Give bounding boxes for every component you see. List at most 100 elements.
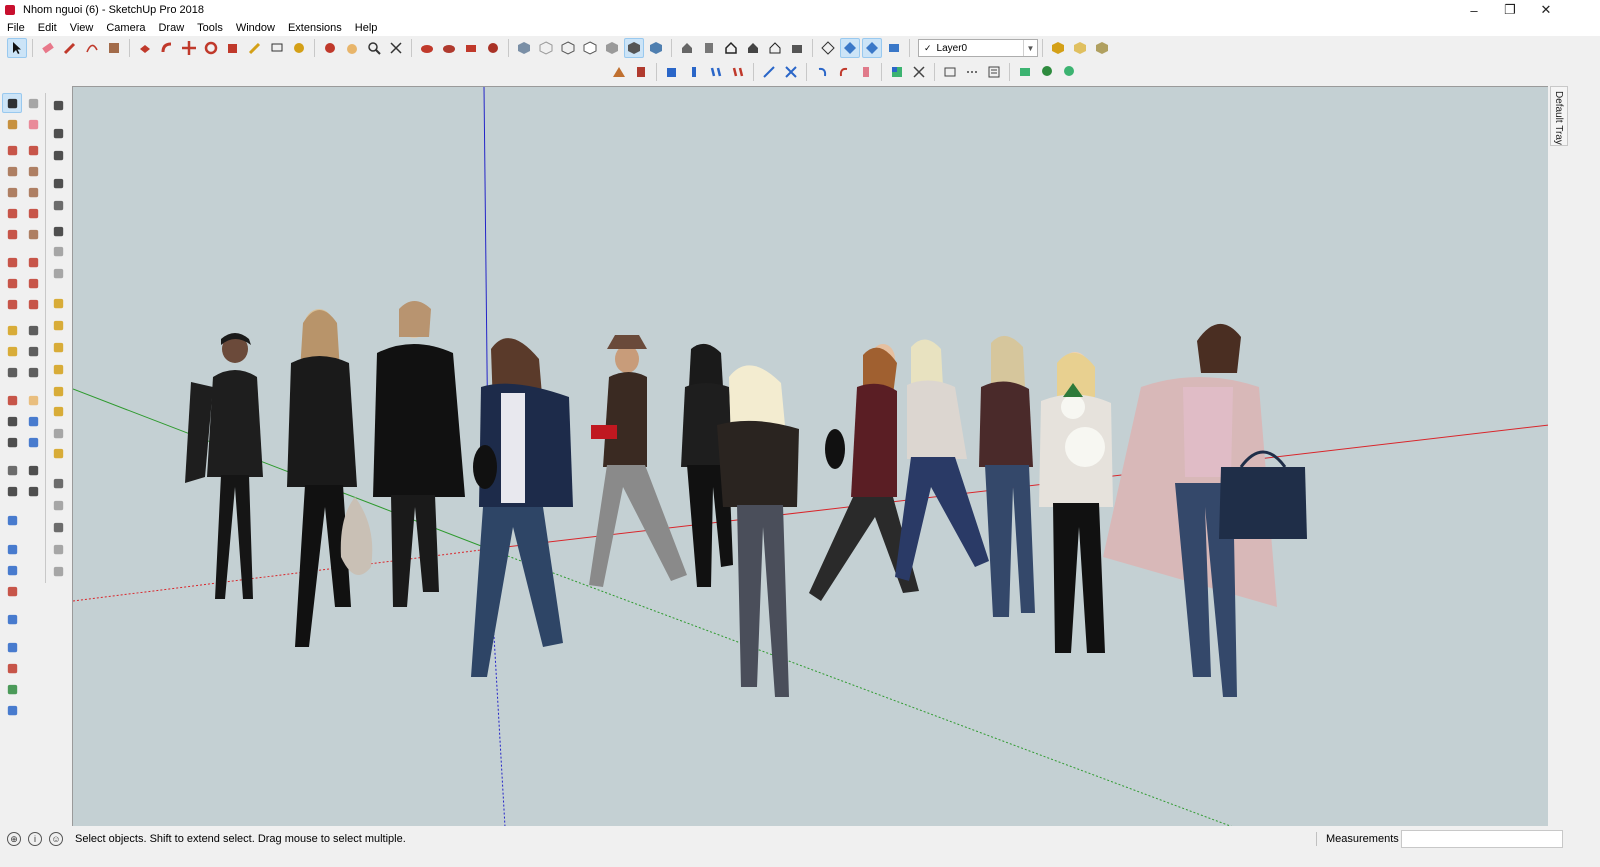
solid-intersect-button[interactable] <box>684 62 704 82</box>
menu-help[interactable]: Help <box>348 22 384 34</box>
layer-manager-button[interactable] <box>1048 38 1068 58</box>
measure-lines-tool-button[interactable] <box>2 700 22 720</box>
stamp-button[interactable] <box>631 62 651 82</box>
zoom-button[interactable] <box>364 38 384 58</box>
section-plane-button[interactable] <box>759 62 779 82</box>
camera-view-button[interactable] <box>884 38 904 58</box>
orbit-tool-button[interactable] <box>2 390 22 410</box>
minimize-button[interactable]: – <box>1456 0 1492 20</box>
stamp-tool-button[interactable] <box>2 560 22 580</box>
tape-measure-tool-button[interactable] <box>2 320 22 340</box>
zoom-extents-button[interactable] <box>386 38 406 58</box>
chevron-down-icon[interactable]: ▼ <box>1023 40 1037 56</box>
pan-tool-button[interactable] <box>23 390 43 410</box>
menu-edit[interactable]: Edit <box>31 22 63 34</box>
arc-tool-button[interactable] <box>82 38 102 58</box>
offset-tool-button[interactable] <box>23 294 43 314</box>
fredo-tool-button[interactable] <box>48 145 68 165</box>
fog-button[interactable] <box>1059 62 1079 82</box>
follow-me-tool-button[interactable] <box>23 273 43 293</box>
default-tray-tab[interactable]: Default Tray <box>1550 86 1568 146</box>
eraser-tool-button[interactable] <box>38 38 58 58</box>
eraser-tool-button[interactable] <box>23 114 43 134</box>
line-tool-button[interactable] <box>2 140 22 160</box>
materials-button[interactable] <box>1092 38 1112 58</box>
previous-view-tool-button[interactable] <box>23 432 43 452</box>
lock-tool-button[interactable] <box>48 263 68 283</box>
3d-warehouse-button[interactable] <box>417 38 437 58</box>
menu-tools[interactable]: Tools <box>190 22 229 34</box>
close-button[interactable]: ✕ <box>1528 0 1564 20</box>
person-cutout-5[interactable] <box>589 335 687 587</box>
select-tool-button[interactable] <box>2 93 22 113</box>
solid-outer-shell-button[interactable] <box>662 62 682 82</box>
dashes-button[interactable] <box>962 62 982 82</box>
menu-camera[interactable]: Camera <box>99 22 151 34</box>
shaded-textures-button[interactable] <box>624 38 644 58</box>
text-tool-button[interactable] <box>23 341 43 361</box>
menu-draw[interactable]: Draw <box>151 22 190 34</box>
copy-tool-button[interactable] <box>48 241 68 261</box>
sandbox-tool-button[interactable] <box>2 510 22 530</box>
top-view-button[interactable] <box>699 38 719 58</box>
smoove-tool-button[interactable] <box>2 539 22 559</box>
sun-tool-button[interactable] <box>48 359 68 379</box>
extension-warehouse-button[interactable] <box>483 38 503 58</box>
2pt-arc-tool-button[interactable] <box>23 203 43 223</box>
solid-inspector-button[interactable] <box>48 95 68 115</box>
user-account-icon[interactable]: ☺ <box>49 832 63 846</box>
right-view-button[interactable] <box>743 38 763 58</box>
person-cutout-12[interactable] <box>1103 323 1307 697</box>
flip-edge-tool-button[interactable] <box>2 637 22 657</box>
perspective-button[interactable] <box>840 38 860 58</box>
from-scratch-tool-button[interactable] <box>2 658 22 678</box>
person-cutout-1[interactable] <box>185 333 263 599</box>
freehand-tool-button[interactable] <box>23 140 43 160</box>
zoom-window-tool-button[interactable] <box>23 411 43 431</box>
align-tool-button[interactable] <box>48 173 68 193</box>
pan-button[interactable] <box>342 38 362 58</box>
solid-subtract-button[interactable] <box>728 62 748 82</box>
select-tool-button[interactable] <box>7 38 27 58</box>
burst-tool-button[interactable] <box>48 381 68 401</box>
drape-tool-button[interactable] <box>2 581 22 601</box>
parallel-projection-button[interactable] <box>818 38 838 58</box>
rectangle-tool-button[interactable] <box>104 38 124 58</box>
move-tool-button[interactable] <box>179 38 199 58</box>
position-camera-tool-button[interactable] <box>2 460 22 480</box>
zoom-extents-tool-button[interactable] <box>2 432 22 452</box>
back-edges-button[interactable] <box>536 38 556 58</box>
window-frame-tool-button[interactable] <box>48 221 68 241</box>
move-tool-button[interactable] <box>2 252 22 272</box>
zoom-tool-button[interactable] <box>2 411 22 431</box>
rotate-tool-button[interactable] <box>2 273 22 293</box>
rectangle-tool-button[interactable] <box>2 161 22 181</box>
triangle-tool-button[interactable] <box>48 337 68 357</box>
hatch-tool-button[interactable] <box>48 561 68 581</box>
erase-hand-button[interactable] <box>856 62 876 82</box>
person-cutout-4[interactable] <box>471 338 573 677</box>
undo-button[interactable] <box>812 62 832 82</box>
measurements-input[interactable] <box>1401 830 1563 848</box>
section-plane-tool-button[interactable] <box>23 481 43 501</box>
arc-tool-button[interactable] <box>2 203 22 223</box>
xray-button[interactable] <box>514 38 534 58</box>
monochrome-button[interactable] <box>646 38 666 58</box>
tape-measure-button[interactable] <box>245 38 265 58</box>
polygon-tool-button[interactable] <box>23 182 43 202</box>
model-viewport[interactable] <box>72 86 1548 826</box>
menu-view[interactable]: View <box>63 22 100 34</box>
back-view-button[interactable] <box>765 38 785 58</box>
menu-file[interactable]: File <box>0 22 31 34</box>
car-tool-button[interactable] <box>48 473 68 493</box>
shadows-button[interactable] <box>1037 62 1057 82</box>
iso-view-button[interactable] <box>677 38 697 58</box>
ring-tool-button[interactable] <box>48 315 68 335</box>
push-pull-button[interactable] <box>135 38 155 58</box>
circle-tool-button[interactable] <box>2 182 22 202</box>
cube-tool-button[interactable] <box>48 495 68 515</box>
person-cutout-9[interactable] <box>895 339 989 581</box>
outliner-button[interactable] <box>984 62 1004 82</box>
contours-tool-button[interactable] <box>2 679 22 699</box>
trophy-tool-button[interactable] <box>48 293 68 313</box>
